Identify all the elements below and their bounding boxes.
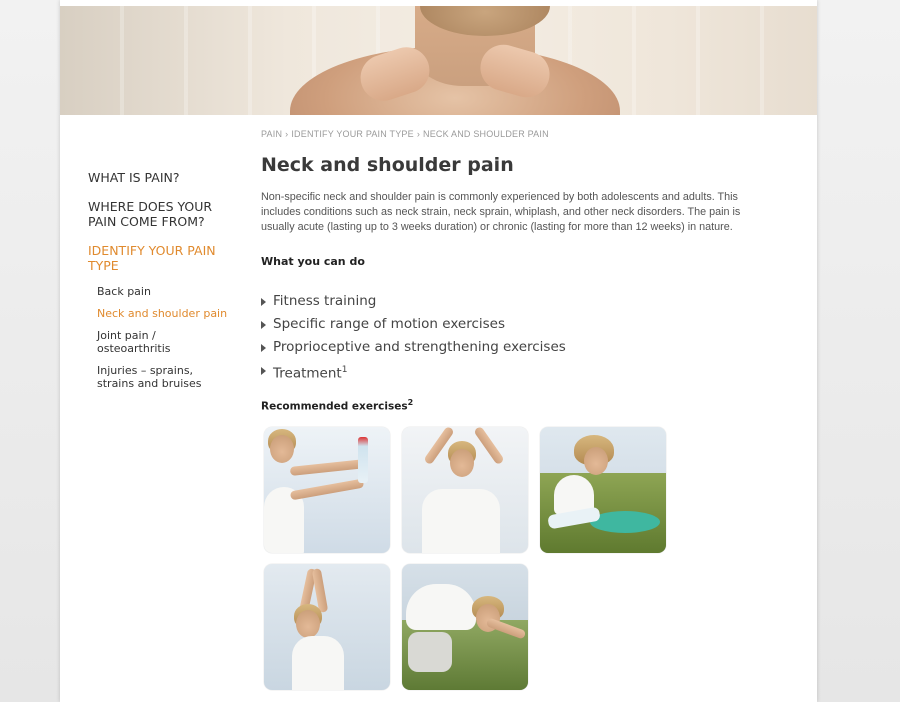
action-label: Fitness training bbox=[273, 293, 377, 309]
sidebar-item-what-is-pain[interactable]: WHAT IS PAIN? bbox=[88, 170, 228, 185]
sidebar-subitem-joint-pain[interactable]: Joint pain / osteoarthritis bbox=[97, 329, 228, 355]
recommended-label: Recommended exercises bbox=[261, 400, 408, 412]
breadcrumb-current: NECK AND SHOULDER PAIN bbox=[423, 129, 549, 139]
action-item-proprioceptive[interactable]: Proprioceptive and strengthening exercis… bbox=[261, 336, 741, 359]
action-item-fitness-training[interactable]: Fitness training bbox=[261, 290, 741, 313]
action-label: Treatment bbox=[273, 365, 342, 382]
triangle-bullet-icon bbox=[261, 367, 266, 375]
sidebar-subitem-injuries[interactable]: Injuries – sprains, strains and bruises bbox=[97, 364, 228, 390]
main-content: Neck and shoulder pain Non-specific neck… bbox=[261, 150, 741, 412]
page-container: PAIN › IDENTIFY YOUR PAIN TYPE › NECK AND SH… bbox=[60, 0, 817, 702]
recommended-exercises-heading: Recommended exercises2 bbox=[261, 398, 741, 413]
breadcrumb-identify-pain-type[interactable]: IDENTIFY YOUR PAIN TYPE bbox=[291, 129, 413, 139]
page-title: Neck and shoulder pain bbox=[261, 154, 514, 176]
intro-paragraph: Non-specific neck and shoulder pain is c… bbox=[261, 191, 741, 233]
breadcrumb-separator: › bbox=[416, 129, 421, 139]
sidebar-subitem-neck-shoulder-pain[interactable]: Neck and shoulder pain bbox=[97, 307, 228, 320]
hero-banner bbox=[60, 6, 817, 115]
exercise-thumbnail-1[interactable] bbox=[264, 427, 390, 553]
footnote-ref: 2 bbox=[407, 397, 414, 407]
breadcrumb-separator: › bbox=[285, 129, 289, 139]
exercise-thumbnail-2[interactable] bbox=[402, 427, 528, 553]
action-item-treatment[interactable]: Treatment1 bbox=[261, 359, 741, 386]
exercise-thumbnail-5[interactable] bbox=[402, 564, 528, 690]
action-label: Specific range of motion exercises bbox=[273, 316, 505, 332]
breadcrumb-pain[interactable]: PAIN bbox=[261, 129, 282, 139]
exercise-thumbnail-3[interactable] bbox=[540, 427, 666, 553]
sidebar-subnav: Back pain Neck and shoulder pain Joint p… bbox=[97, 285, 228, 390]
action-list: Fitness training Specific range of motio… bbox=[261, 290, 741, 386]
sidebar-item-where-pain-comes-from[interactable]: WHERE DOES YOUR PAIN COME FROM? bbox=[88, 199, 228, 229]
sidebar-nav: WHAT IS PAIN? WHERE DOES YOUR PAIN COME … bbox=[88, 170, 228, 399]
action-label: Proprioceptive and strengthening exercis… bbox=[273, 339, 566, 355]
what-you-can-do-heading: What you can do bbox=[261, 255, 365, 268]
breadcrumb: PAIN › IDENTIFY YOUR PAIN TYPE › NECK AND SH… bbox=[261, 129, 549, 139]
triangle-bullet-icon bbox=[261, 344, 266, 352]
footnote-ref: 1 bbox=[341, 365, 348, 375]
sidebar-item-identify-pain-type[interactable]: IDENTIFY YOUR PAIN TYPE bbox=[88, 243, 228, 273]
exercise-thumbnail-4[interactable] bbox=[264, 564, 390, 690]
triangle-bullet-icon bbox=[261, 321, 266, 329]
action-item-range-of-motion[interactable]: Specific range of motion exercises bbox=[261, 313, 741, 336]
sidebar-subitem-back-pain[interactable]: Back pain bbox=[97, 285, 228, 298]
triangle-bullet-icon bbox=[261, 298, 266, 306]
